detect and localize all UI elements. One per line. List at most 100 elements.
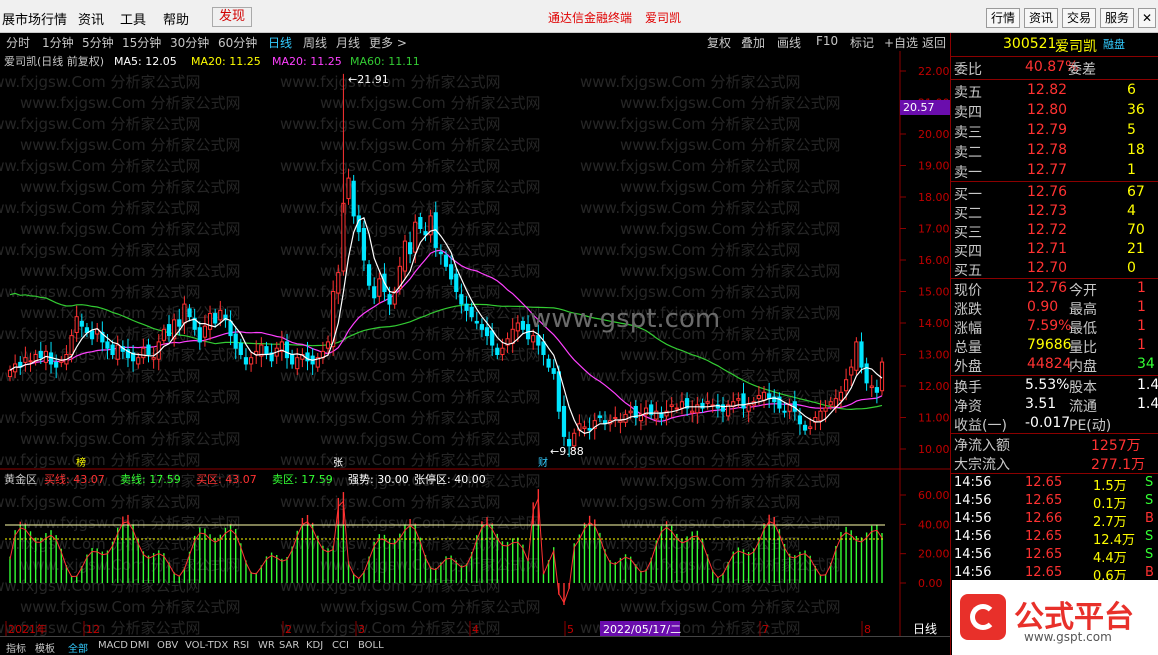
kline-chart-area[interactable]: www.fxjgsw.Com 分析家公式网 www.fxjgsw.Com 分析家公… <box>0 51 950 655</box>
period-5min[interactable]: 5分钟 <box>82 34 114 51</box>
menu-market[interactable]: 展市场行情 <box>2 9 67 28</box>
tab-dmi[interactable]: DMI <box>130 640 149 651</box>
tab-kdj[interactable]: KDJ <box>306 640 323 651</box>
marker-cai: 财 <box>538 456 548 469</box>
news-button[interactable]: 资讯 <box>1024 8 1059 28</box>
tool-fuquan[interactable]: 复权 <box>707 34 731 51</box>
quote-button[interactable]: 行情 <box>986 8 1021 28</box>
tab-vol-tdx[interactable]: VOL-TDX <box>185 640 228 651</box>
stat2-row: 换手 5.53% 股本 1.4 <box>951 377 1158 396</box>
candle-body <box>828 401 833 406</box>
candle-body <box>823 407 828 412</box>
candle-body <box>295 357 300 370</box>
tool-add-watchlist[interactable]: +自选 <box>884 34 918 51</box>
candle-body <box>618 420 623 423</box>
period-15min[interactable]: 15分钟 <box>122 34 161 51</box>
tool-f10[interactable]: F10 <box>816 34 838 48</box>
tool-back[interactable]: 返回 <box>922 34 946 51</box>
stock-name: 爱司凯 <box>1055 39 1097 55</box>
bid-volume: 4 <box>1127 203 1136 219</box>
bg-watermark-text: www.fxjgsw.Com 分析家公式网 <box>620 94 841 112</box>
ask-volume: 5 <box>1127 122 1136 138</box>
tool-overlay[interactable]: 叠加 <box>741 34 765 51</box>
time-tick-label: 5 <box>567 623 574 636</box>
logo-icon <box>960 594 1006 640</box>
candle-body <box>479 324 485 330</box>
candle-body <box>438 251 443 255</box>
tick-volume: 1.5万 <box>1093 479 1127 494</box>
stat-label-2: 最低 <box>1069 321 1097 337</box>
menu-tools[interactable]: 工具 <box>120 9 146 28</box>
stat-row: 总量 79686 量比 1 <box>951 337 1158 356</box>
candle-body <box>597 415 602 418</box>
price-tick-label: 10.00 <box>918 443 950 456</box>
bg-watermark-text: www.fxjgsw.Com 分析家公式网 <box>580 577 801 595</box>
stat-value: 7.59% <box>1027 318 1072 334</box>
candle-body <box>161 328 166 341</box>
period-monthly[interactable]: 月线 <box>336 34 360 51</box>
tick-side: S <box>1145 475 1154 490</box>
candle-body <box>818 410 823 422</box>
bid-label: 买三 <box>954 225 982 241</box>
stat-value: 44824 <box>1027 356 1072 372</box>
logo-url: www.gspt.com <box>1024 630 1112 644</box>
tab-wr[interactable]: WR <box>258 640 275 651</box>
bg-watermark-text: www.fxjgsw.Com 分析家公式网 <box>620 346 841 364</box>
price-tick-label: 18.00 <box>918 191 950 204</box>
tab-boll[interactable]: BOLL <box>358 640 384 651</box>
tick-volume: 2.7万 <box>1093 515 1127 530</box>
cursor-date: 2022/05/17/二 <box>603 623 681 636</box>
period-weekly[interactable]: 周线 <box>303 34 327 51</box>
tab-rsi[interactable]: RSI <box>233 640 249 651</box>
candle-body <box>238 342 243 356</box>
tick-row: 14:56 12.65 4.4万 S <box>951 547 1158 566</box>
bg-watermark-text: www.fxjgsw.Com 分析家公式网 <box>580 367 801 385</box>
stat-label: 涨幅 <box>954 321 982 337</box>
kline-chart-svg[interactable]: www.fxjgsw.Com 分析家公式网 www.fxjgsw.Com 分析家公… <box>0 51 950 655</box>
period-fenshi[interactable]: 分时 <box>6 34 30 51</box>
candle-body <box>341 202 346 272</box>
tool-mark[interactable]: 标记 <box>850 34 874 51</box>
tab-sar[interactable]: SAR <box>279 640 299 651</box>
tick-side: S <box>1145 493 1154 508</box>
tab-obv[interactable]: OBV <box>157 640 178 651</box>
tab-cci[interactable]: CCI <box>332 640 349 651</box>
candle-body <box>264 346 269 355</box>
period-60min[interactable]: 60分钟 <box>218 34 257 51</box>
separator <box>951 473 1158 474</box>
discover-button[interactable]: 发现 <box>212 7 253 27</box>
bg-watermark-text: www.fxjgsw.Com 分析家公式网 <box>620 178 841 196</box>
ind-legend-limit: 张停区: 40.00 <box>414 472 486 486</box>
price-tick-label: 14.00 <box>918 317 950 330</box>
menu-help[interactable]: 帮助 <box>163 9 189 28</box>
tick-time: 14:56 <box>954 493 992 508</box>
period-more[interactable]: 更多 > <box>369 34 407 51</box>
candle-body <box>531 335 536 343</box>
tick-price: 12.65 <box>1025 565 1063 580</box>
close-icon[interactable]: ✕ <box>1138 8 1156 28</box>
separator <box>951 56 1158 57</box>
service-button[interactable]: 服务 <box>1100 8 1135 28</box>
period-1min[interactable]: 1分钟 <box>42 34 74 51</box>
candle-body <box>443 254 449 267</box>
time-tick-label: 7 <box>762 623 769 636</box>
candle-body <box>833 398 838 407</box>
tab-macd[interactable]: MACD <box>98 640 128 651</box>
trade-button[interactable]: 交易 <box>1062 8 1097 28</box>
period-daily[interactable]: 日线 <box>268 34 292 51</box>
candle-body <box>864 363 869 384</box>
candle-body <box>541 341 546 355</box>
tool-draw[interactable]: 画线 <box>777 34 801 51</box>
menu-news[interactable]: 资讯 <box>78 9 104 28</box>
tick-time: 14:56 <box>954 565 992 580</box>
bg-watermark-text: www.fxjgsw.Com 分析家公式网 <box>620 136 841 154</box>
stat-label-2: 量比 <box>1069 340 1097 356</box>
tab-template[interactable]: 模板 <box>35 640 55 655</box>
quote-panel: 300521 爱司凯 融盘 委比 40.87% 委差 卖五 12.82 6 卖四 12.… <box>950 33 1158 655</box>
tab-indicator[interactable]: 指标 <box>6 640 26 655</box>
stat-label: 总量 <box>954 340 982 356</box>
period-30min[interactable]: 30分钟 <box>170 34 209 51</box>
candle-body <box>110 344 115 355</box>
bid-price: 12.73 <box>1027 203 1068 219</box>
tab-all[interactable]: 全部 <box>68 640 88 655</box>
